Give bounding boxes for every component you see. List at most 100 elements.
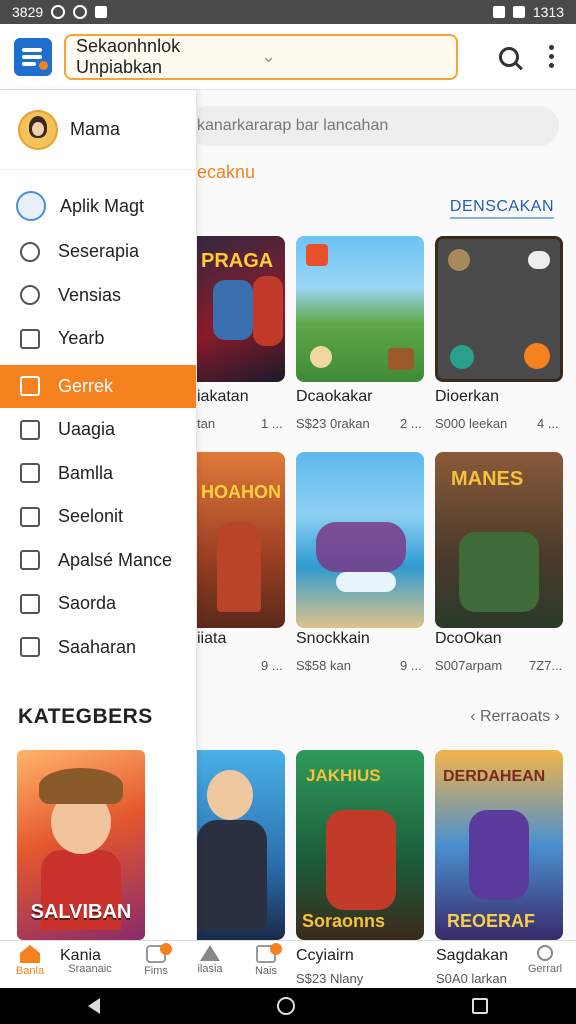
drawer-item-seelonit[interactable]: Seelonit bbox=[0, 495, 196, 539]
nav-label: Gerrarl bbox=[527, 963, 563, 975]
game-card[interactable]: MANES bbox=[435, 452, 563, 628]
drawer-item-apalse-mance[interactable]: Apalsé Mance bbox=[0, 539, 196, 583]
settings-icon bbox=[73, 5, 88, 19]
chevron-down-icon[interactable]: ⌄ bbox=[261, 46, 446, 67]
see-more-label: Rerraoats bbox=[479, 708, 551, 725]
drawer-item-label: Apalsé Mance bbox=[58, 549, 173, 570]
nav-label: Sraanaic bbox=[68, 963, 112, 975]
card-subtitle: S007arpam bbox=[435, 658, 503, 673]
drawer-item-label: Seelonit bbox=[58, 506, 124, 527]
shield-icon bbox=[20, 637, 40, 658]
game-card[interactable] bbox=[296, 452, 424, 628]
see-more-link[interactable]: ‹ Rerraoats › bbox=[470, 708, 560, 726]
drawer-item-saaharan[interactable]: Saaharan bbox=[0, 626, 196, 670]
bottom-caption: Sagdakan bbox=[436, 947, 509, 964]
list-icon bbox=[20, 593, 40, 614]
filter-input[interactable]: kanarkararap bar lancahan bbox=[197, 106, 559, 146]
card-title: DcoOkan bbox=[435, 630, 502, 647]
avatar bbox=[18, 109, 58, 150]
app-notification-icon bbox=[95, 6, 108, 18]
card-title: iiata bbox=[197, 630, 227, 647]
game-card[interactable]: DERDAHEAN REOERAF bbox=[435, 750, 563, 940]
drawer-item-uaagia[interactable]: Uaagia bbox=[0, 408, 196, 452]
drawer-item-bamlla[interactable]: Bamlla bbox=[0, 452, 196, 496]
drawer-menu: Aplik Magt Seserapia Vensias Yearb Gerre… bbox=[0, 170, 196, 669]
card-art-title: MANES bbox=[451, 468, 524, 490]
section-link[interactable]: DENSCAKAN bbox=[449, 198, 554, 219]
home-button-icon[interactable] bbox=[276, 997, 295, 1015]
card-subtitle: S$23 0rakan bbox=[296, 416, 370, 431]
home-icon bbox=[20, 945, 40, 963]
drawer-item-label: Aplik Magt bbox=[60, 195, 145, 216]
navigation-drawer: Mama Aplik Magt Seserapia Vensias Yearb … bbox=[0, 90, 197, 940]
card-meta: 1 ... bbox=[261, 416, 283, 431]
nav-label: Banla bbox=[15, 965, 45, 977]
nav-label: Nais bbox=[254, 965, 277, 977]
box-icon bbox=[20, 463, 40, 484]
drawer-item-seserapia[interactable]: Seserapia bbox=[0, 230, 196, 274]
drawer-item-vensias[interactable]: Vensias bbox=[0, 274, 196, 318]
card-title: Snockkain bbox=[296, 630, 370, 647]
game-card[interactable] bbox=[435, 236, 563, 382]
notification-icon bbox=[51, 5, 66, 19]
signal-icon bbox=[492, 6, 505, 18]
drawer-item-yearb[interactable]: Yearb bbox=[0, 317, 196, 361]
drawer-item-aplik[interactable]: Aplik Magt bbox=[0, 182, 196, 230]
card-subtitle: S000 leekan bbox=[435, 416, 508, 431]
nav-label: Fims bbox=[144, 965, 168, 977]
card-art-bottom: REOERAF bbox=[447, 911, 536, 931]
drawer-item-label: Yearb bbox=[58, 328, 105, 349]
game-card[interactable]: PRAGA bbox=[197, 236, 285, 382]
main-content: kanarkararap bar lancahan ecaknu DENSCAK… bbox=[197, 90, 576, 940]
notification-badge bbox=[160, 943, 172, 955]
app-icon bbox=[16, 191, 46, 221]
card-art-title: HOAHON bbox=[201, 482, 281, 502]
nav-fims[interactable]: Fims bbox=[134, 941, 178, 989]
drawer-item-saorda[interactable]: Saorda bbox=[0, 582, 196, 626]
search-input[interactable]: Sekaonhnlok Unpiabkan ⌄ bbox=[64, 33, 458, 80]
bottom-caption-sub: S$23 Nlany bbox=[296, 971, 364, 986]
card-title: Dcaokakar bbox=[296, 388, 373, 405]
filter-placeholder: kanarkararap bar lancahan bbox=[197, 117, 389, 134]
profile-icon bbox=[537, 945, 553, 961]
back-icon[interactable] bbox=[88, 998, 101, 1014]
top-app-bar: Sekaonhnlok Unpiabkan ⌄ bbox=[0, 24, 576, 90]
game-card[interactable] bbox=[296, 236, 424, 382]
nav-home[interactable]: Banla bbox=[8, 941, 52, 989]
nav-label: ilasia bbox=[197, 963, 223, 975]
system-navigation-bar bbox=[0, 988, 576, 1024]
category-card[interactable]: SALVIBAN bbox=[17, 750, 145, 940]
search-value: Sekaonhnlok Unpiabkan bbox=[76, 35, 181, 77]
game-card[interactable]: JAKHIUS Soraonns bbox=[296, 750, 424, 940]
drawer-profile[interactable]: Mama bbox=[0, 90, 196, 170]
search-icon[interactable] bbox=[499, 46, 519, 67]
nav-nais[interactable]: Nais bbox=[244, 941, 288, 989]
card-art-title: JAKHIUS bbox=[306, 766, 381, 785]
card-art-title: PRAGA bbox=[201, 250, 274, 272]
card-meta: 9 ... bbox=[400, 658, 422, 673]
drawer-item-gerrek[interactable]: Gerrek bbox=[0, 364, 196, 408]
game-card[interactable]: HOAHON bbox=[197, 452, 285, 628]
share-icon bbox=[20, 506, 40, 527]
card-meta: 7Z7... bbox=[529, 658, 563, 673]
nav-search[interactable]: Sraanaic bbox=[58, 963, 122, 989]
notification-badge bbox=[270, 943, 282, 955]
more-options-icon[interactable] bbox=[549, 45, 554, 68]
nav-ilasia[interactable]: ilasia bbox=[188, 941, 232, 989]
drawer-item-label: Uaagia bbox=[58, 419, 116, 440]
drawer-item-label: Vensias bbox=[58, 284, 122, 305]
menu-logo-icon[interactable] bbox=[14, 37, 52, 76]
bottom-navigation: Banla Kania Sraanaic Fims ilasia Nais Cc… bbox=[0, 940, 576, 988]
nav-profile[interactable]: Gerrarl bbox=[520, 941, 570, 989]
status-right-text: 1313 bbox=[532, 4, 564, 20]
card-meta: 9 ... bbox=[261, 658, 283, 673]
tag-icon bbox=[20, 285, 40, 306]
recents-icon[interactable] bbox=[471, 998, 488, 1014]
status-bar: 3829 1313 bbox=[0, 0, 576, 24]
game-card[interactable] bbox=[197, 750, 285, 940]
status-time: 3829 bbox=[12, 4, 44, 20]
triangle-icon bbox=[200, 945, 220, 961]
bottom-caption-sub: S0A0 larkan bbox=[436, 971, 507, 986]
card-title: Dioerkan bbox=[435, 388, 500, 405]
card-subtitle: tan bbox=[197, 416, 216, 431]
